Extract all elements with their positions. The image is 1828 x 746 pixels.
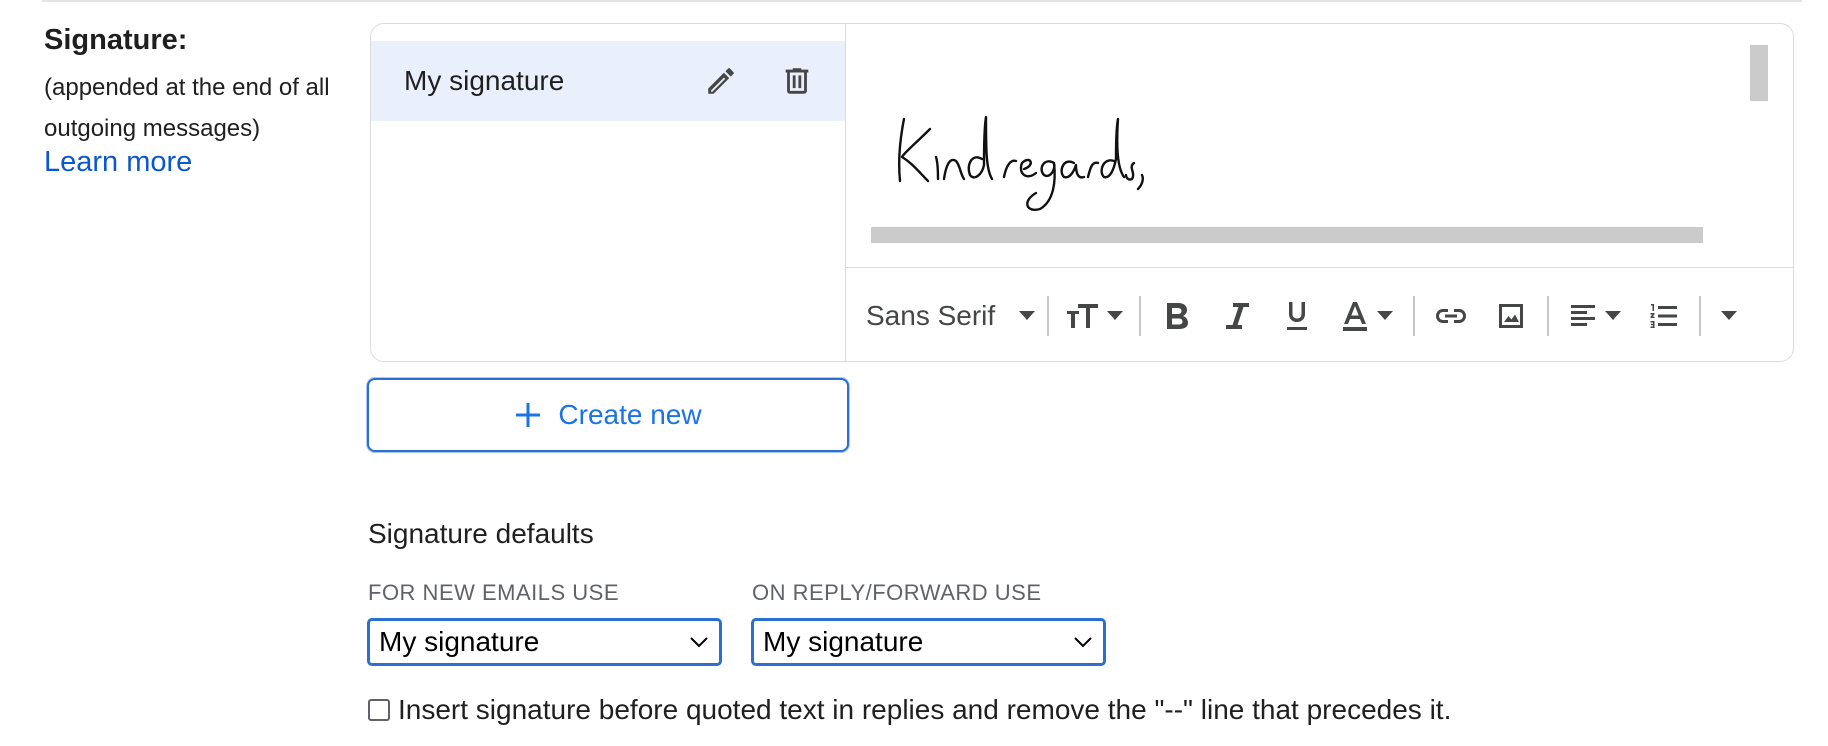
signature-name: My signature [404,65,565,96]
horizontal-scrollbar-thumb[interactable] [871,227,1703,243]
toolbar-separator [1139,295,1142,336]
new-emails-selected-value: My signature [379,626,540,657]
signature-handwritten-image [898,115,1144,211]
create-new-label: Create new [558,399,702,430]
insert-link-button[interactable] [1421,291,1481,341]
italic-button[interactable] [1207,291,1267,341]
chevron-down-icon [1074,637,1092,648]
caret-down-icon [1019,310,1036,320]
toolbar-separator [1699,295,1702,336]
toolbar-separator [1047,295,1050,336]
signature-description: (appended at the end of all outgoing mes… [44,74,330,142]
align-button[interactable] [1555,291,1635,341]
signature-editor: Sans Serif [846,24,1793,361]
font-size-button[interactable] [1055,291,1133,341]
delete-signature-button[interactable] [774,58,820,104]
underline-button[interactable] [1267,291,1327,341]
signature-list: My signature [371,24,846,361]
caret-down-icon [1605,310,1622,320]
signature-list-item[interactable]: My signature [371,41,845,121]
text-color-button[interactable] [1327,291,1407,341]
signature-label: Signature: [44,24,188,56]
toolbar-separator [1547,295,1550,336]
new-emails-signature-select[interactable]: My signature [367,618,722,666]
link-icon [1436,308,1467,323]
insert-before-quoted-row: Insert signature before quoted text in r… [368,694,1451,726]
underline-icon [1287,301,1308,330]
more-formatting-button[interactable] [1707,291,1751,341]
formatting-toolbar: Sans Serif [846,268,1793,361]
bold-button[interactable] [1147,291,1207,341]
create-new-signature-button[interactable]: Create new [367,378,849,452]
reply-forward-selected-value: My signature [763,626,924,657]
vertical-scrollbar-thumb[interactable] [1750,45,1768,101]
signature-defaults-title: Signature defaults [368,518,594,549]
section-divider [42,0,1802,2]
more-formatting-icon [1721,310,1738,320]
signature-editor-panel: My signature Sans Serif [370,23,1794,362]
font-size-icon [1067,303,1099,328]
reply-forward-label: ON REPLY/FORWARD USE [752,580,1042,605]
numbered-list-button[interactable] [1635,291,1693,341]
toolbar-separator [1413,295,1416,336]
learn-more-link[interactable]: Learn more [44,146,192,179]
bold-icon [1167,302,1189,329]
signature-text-area[interactable] [846,24,1793,268]
caret-down-icon [1377,310,1394,320]
insert-image-button[interactable] [1481,291,1541,341]
font-family-value: Sans Serif [866,299,996,331]
edit-signature-button[interactable] [698,58,744,104]
chevron-down-icon [690,637,708,648]
italic-icon [1226,302,1250,329]
reply-forward-signature-select[interactable]: My signature [751,618,1106,666]
caret-down-icon [1107,310,1124,320]
plus-icon [516,403,541,427]
insert-before-quoted-label[interactable]: Insert signature before quoted text in r… [398,694,1451,726]
text-color-icon [1343,301,1368,331]
align-icon [1571,304,1596,326]
image-icon [1499,303,1524,328]
trash-icon [785,68,809,94]
font-family-select[interactable]: Sans Serif [866,291,1041,341]
pencil-icon [708,68,734,94]
new-emails-label: FOR NEW EMAILS USE [368,580,620,605]
insert-before-quoted-checkbox[interactable] [368,699,390,721]
numbered-list-icon [1650,303,1678,328]
